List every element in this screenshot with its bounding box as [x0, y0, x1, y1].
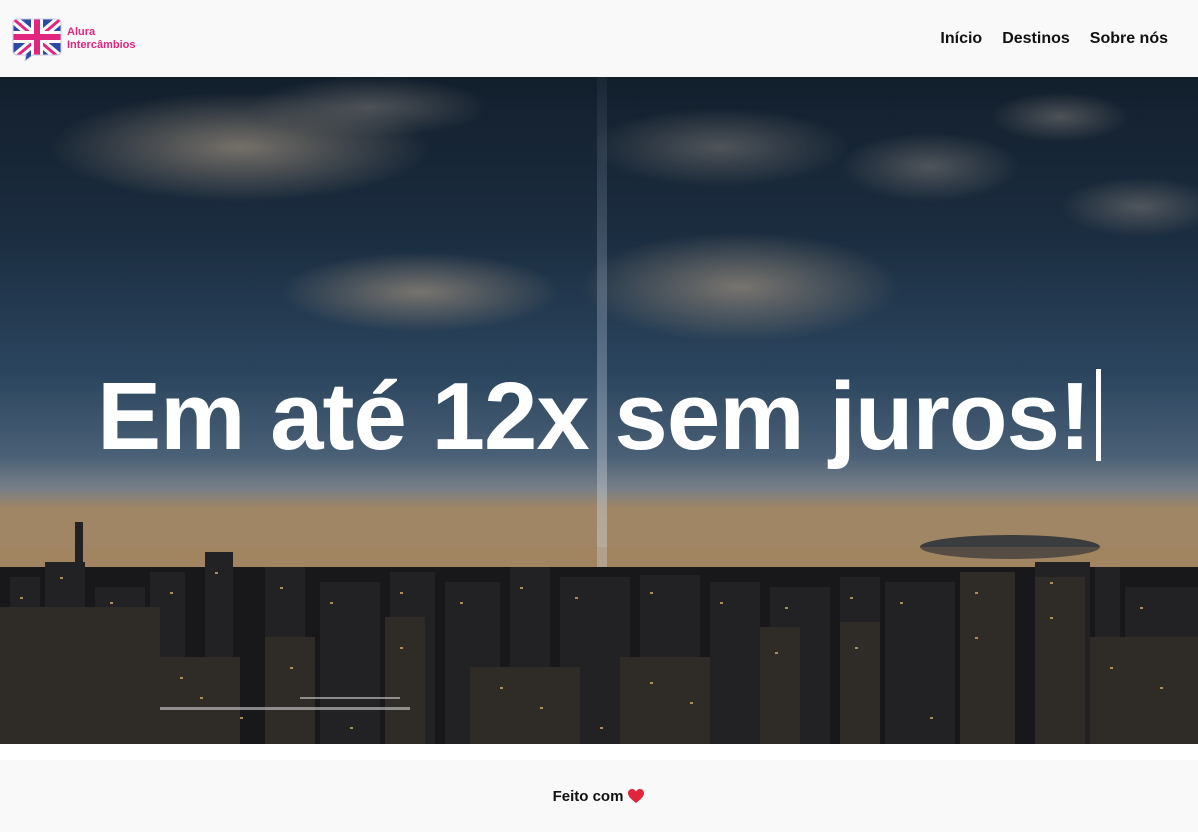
- typing-cursor: [1095, 369, 1101, 461]
- main-nav: Início Destinos Sobre nós: [940, 30, 1168, 48]
- section-divider: [0, 744, 1198, 760]
- hero-banner: Em até 12x sem juros!: [0, 77, 1198, 744]
- site-header: Alura Intercâmbios Início Destinos Sobre…: [0, 0, 1198, 77]
- heart-icon: [628, 789, 645, 803]
- logo-line-2: Intercâmbios: [67, 38, 136, 51]
- uk-flag-icon: [12, 18, 62, 61]
- nav-link-destinos[interactable]: Destinos: [1002, 30, 1070, 48]
- hero-title: Em até 12x sem juros!: [0, 362, 1198, 472]
- logo-text: Alura Intercâmbios: [67, 26, 135, 52]
- footer-text: Feito com: [552, 787, 624, 805]
- site-footer: Feito com: [0, 760, 1198, 832]
- hero-title-text: Em até 12x sem juros!: [97, 363, 1091, 470]
- logo-line-1: Alura: [67, 25, 96, 38]
- logo-link[interactable]: Alura Intercâmbios: [11, 17, 135, 61]
- nav-link-inicio[interactable]: Início: [940, 30, 982, 48]
- nav-link-sobre-nos[interactable]: Sobre nós: [1090, 30, 1168, 48]
